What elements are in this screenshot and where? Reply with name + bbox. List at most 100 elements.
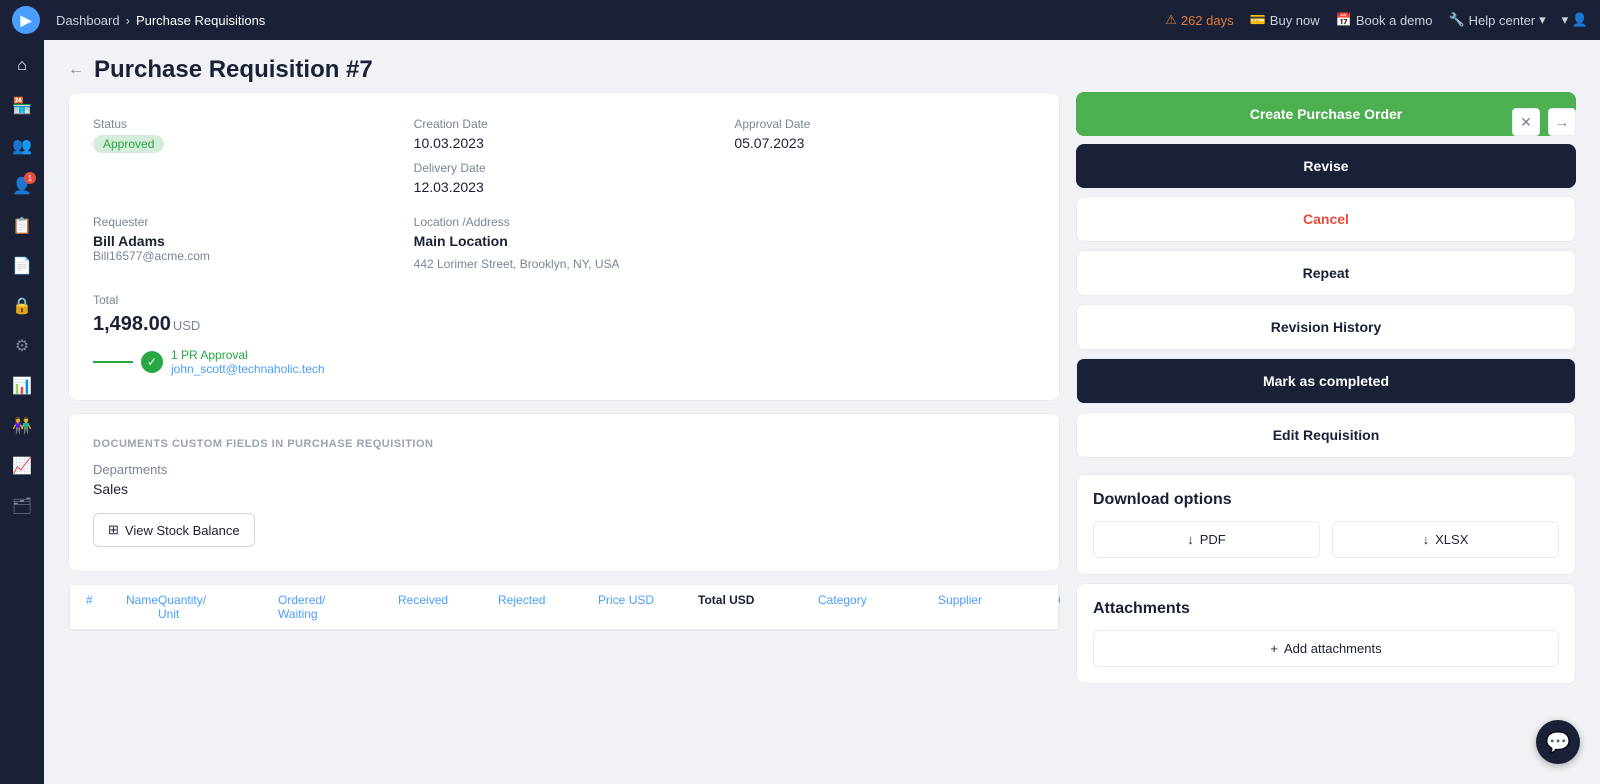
- nav-arrows: ✕ →: [1512, 108, 1576, 136]
- book-demo-button[interactable]: 📅 Book a demo: [1336, 12, 1433, 28]
- close-button[interactable]: ✕: [1512, 108, 1540, 136]
- top-navbar: ▶ Dashboard › Purchase Requisitions ⚠ 26…: [0, 0, 1600, 40]
- sidebar-item-lock[interactable]: 🔒: [4, 288, 40, 324]
- sidebar-badge: 1: [24, 172, 36, 184]
- col-received: Received: [398, 593, 498, 621]
- back-button[interactable]: ←: [68, 61, 84, 79]
- approval-check-icon: ✓: [141, 351, 163, 373]
- creation-date-label: Creation Date: [414, 117, 715, 131]
- location-address: 442 Lorimer Street, Brooklyn, NY, USA: [414, 257, 715, 271]
- col-name: Name: [126, 593, 158, 621]
- col-total: Total USD: [698, 593, 818, 621]
- attachments-section: Attachments + Add attachments: [1076, 583, 1576, 684]
- approval-date-field: Approval Date 05.07.2023: [734, 117, 1035, 195]
- col-category: Category: [818, 593, 938, 621]
- attachments-title: Attachments: [1093, 600, 1559, 618]
- documents-field-value: Sales: [93, 481, 1035, 497]
- delivery-date-label: Delivery Date: [414, 161, 715, 175]
- pdf-download-icon: ↓: [1187, 532, 1194, 547]
- approval-row: ✓ 1 PR Approval john_scott@technaholic.t…: [93, 348, 1035, 376]
- approval-line: [93, 361, 133, 363]
- sidebar-item-analytics[interactable]: 📈: [4, 448, 40, 484]
- page-title: Purchase Requisition #7: [94, 56, 373, 84]
- alert-days[interactable]: ⚠ 262 days: [1165, 12, 1233, 28]
- requester-field: Requester Bill Adams Bill16577@acme.com: [93, 215, 394, 271]
- breadcrumb-separator: ›: [126, 13, 130, 28]
- view-stock-balance-button[interactable]: ⊞ View Stock Balance: [93, 513, 255, 547]
- pr-approval-label: 1 PR Approval: [171, 348, 325, 362]
- xlsx-label: XLSX: [1435, 532, 1468, 547]
- add-attachment-button[interactable]: + Add attachments: [1093, 630, 1559, 667]
- col-quantity: Quantity/Unit: [158, 593, 278, 621]
- total-value: 1,498.00USD: [93, 313, 1035, 336]
- location-name: Main Location: [414, 233, 715, 249]
- approval-info: 1 PR Approval john_scott@technaholic.tec…: [171, 348, 325, 376]
- mark-as-completed-button[interactable]: Mark as completed: [1076, 358, 1576, 404]
- status-badge: Approved: [93, 135, 164, 153]
- revise-button[interactable]: Revise: [1076, 144, 1576, 188]
- view-stock-icon: ⊞: [108, 522, 119, 538]
- download-buttons: ↓ PDF ↓ XLSX: [1093, 521, 1559, 558]
- top-nav-right: ⚠ 262 days 💳 Buy now 📅 Book a demo 🔧 Hel…: [1165, 12, 1588, 28]
- repeat-button[interactable]: Repeat: [1076, 250, 1576, 296]
- download-xlsx-button[interactable]: ↓ XLSX: [1332, 521, 1559, 558]
- add-attachment-icon: +: [1270, 641, 1278, 656]
- sidebar-item-settings[interactable]: ⚙: [4, 328, 40, 364]
- table-header-row: # Name Quantity/Unit Ordered/Waiting Rec…: [69, 585, 1059, 630]
- col-price: Price USD: [598, 593, 698, 621]
- breadcrumb-current: Purchase Requisitions: [136, 13, 265, 28]
- requester-email: Bill16577@acme.com: [93, 249, 394, 263]
- sidebar: ⌂ 🏪 👥 👤 1 📋 📄 🔒 ⚙ 📊 👫 📈 🗂: [0, 40, 44, 784]
- creation-date-value: 10.03.2023: [414, 135, 715, 151]
- location-field: Location /Address Main Location 442 Lori…: [414, 215, 715, 271]
- requester-name: Bill Adams: [93, 233, 394, 249]
- app-logo[interactable]: ▶: [12, 6, 40, 34]
- user-menu-button[interactable]: ▾ 👤: [1562, 12, 1588, 28]
- download-title: Download options: [1093, 491, 1559, 509]
- create-purchase-order-button[interactable]: Create Purchase Order: [1076, 92, 1576, 136]
- col-chart-of-accounts: Chart of Accounts ℹ: [1058, 593, 1060, 621]
- col-rejected: Rejected: [498, 593, 598, 621]
- chat-button[interactable]: 💬: [1536, 720, 1580, 764]
- cancel-button[interactable]: Cancel: [1076, 196, 1576, 242]
- documents-field-name: Departments: [93, 462, 1035, 477]
- sidebar-item-users[interactable]: 👥: [4, 128, 40, 164]
- buy-now-button[interactable]: 💳 Buy now: [1250, 12, 1320, 28]
- breadcrumb-home[interactable]: Dashboard: [56, 13, 120, 28]
- left-panel: Status Approved Creation Date 10.03.2023…: [68, 92, 1060, 768]
- edit-requisition-button[interactable]: Edit Requisition: [1076, 412, 1576, 458]
- col-supplier: Supplier: [938, 593, 1058, 621]
- next-button[interactable]: →: [1548, 108, 1576, 136]
- sidebar-item-person[interactable]: 👤 1: [4, 168, 40, 204]
- sidebar-item-store[interactable]: 🏪: [4, 88, 40, 124]
- approval-date-label: Approval Date: [734, 117, 1035, 131]
- approval-date-value: 05.07.2023: [734, 135, 1035, 151]
- documents-section-label: DOCUMENTS CUSTOM FIELDS IN PURCHASE REQU…: [93, 438, 1035, 450]
- documents-card: DOCUMENTS CUSTOM FIELDS IN PURCHASE REQU…: [68, 413, 1060, 572]
- col-number: #: [86, 593, 126, 621]
- sidebar-item-team[interactable]: 👫: [4, 408, 40, 444]
- location-label: Location /Address: [414, 215, 715, 229]
- pr-approval-email: john_scott@technaholic.tech: [171, 362, 325, 376]
- col-ordered: Ordered/Waiting: [278, 593, 398, 621]
- status-field: Status Approved: [93, 117, 394, 195]
- table-section: # Name Quantity/Unit Ordered/Waiting Rec…: [68, 584, 1060, 631]
- page-header: ← Purchase Requisition #7: [44, 40, 1600, 92]
- revision-history-button[interactable]: Revision History: [1076, 304, 1576, 350]
- total-label: Total: [93, 293, 118, 307]
- xlsx-download-icon: ↓: [1423, 532, 1430, 547]
- sidebar-item-clipboard[interactable]: 📋: [4, 208, 40, 244]
- sidebar-item-home[interactable]: ⌂: [4, 48, 40, 84]
- delivery-date-value: 12.03.2023: [414, 179, 715, 195]
- info-card: Status Approved Creation Date 10.03.2023…: [68, 92, 1060, 401]
- sidebar-item-layers[interactable]: 🗂: [4, 488, 40, 524]
- sidebar-item-document[interactable]: 📄: [4, 248, 40, 284]
- status-label: Status: [93, 117, 394, 131]
- help-center-button[interactable]: 🔧 Help center ▾: [1448, 12, 1545, 28]
- sidebar-item-chart[interactable]: 📊: [4, 368, 40, 404]
- download-pdf-button[interactable]: ↓ PDF: [1093, 521, 1320, 558]
- breadcrumb: Dashboard › Purchase Requisitions: [56, 13, 265, 28]
- requester-label: Requester: [93, 215, 394, 229]
- add-attachment-label: Add attachments: [1284, 641, 1382, 656]
- download-section: Download options ↓ PDF ↓ XLSX: [1076, 474, 1576, 575]
